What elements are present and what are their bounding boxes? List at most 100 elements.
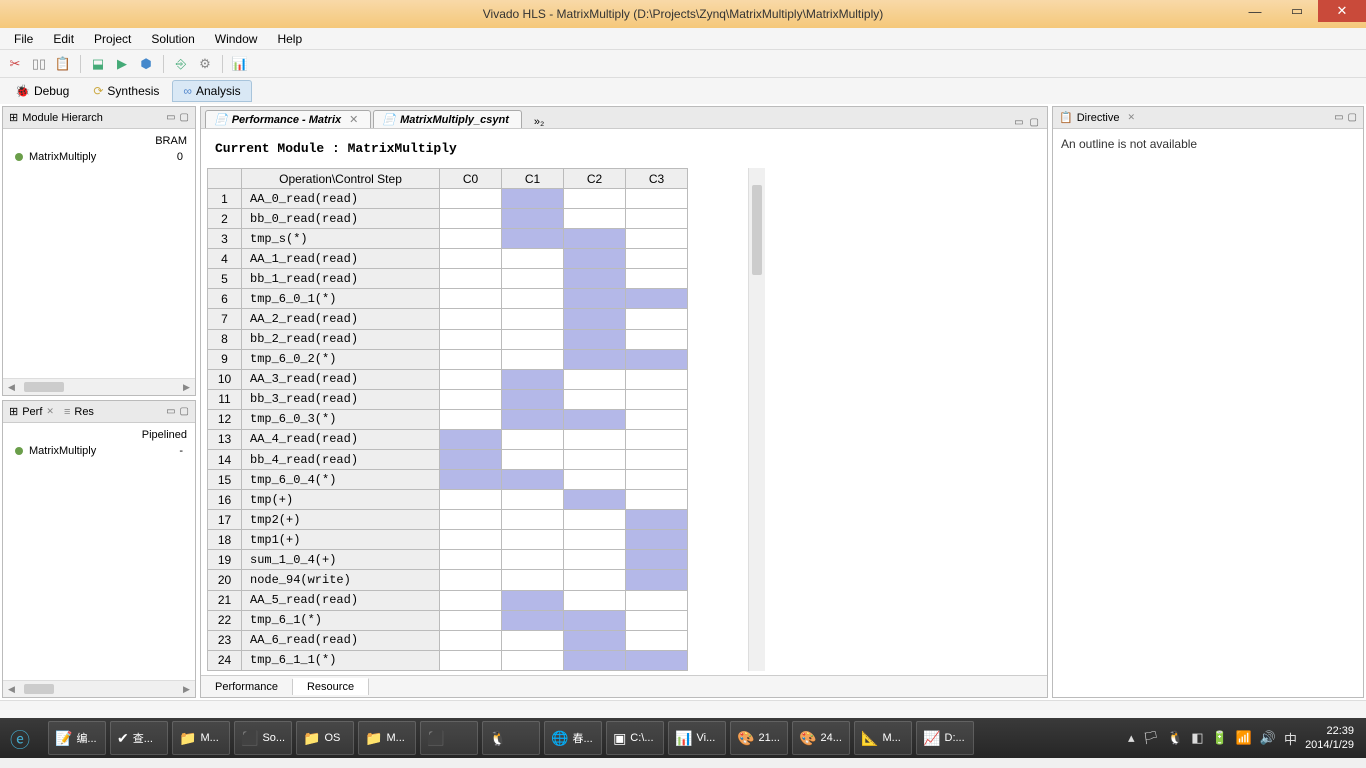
close-tab-icon[interactable]: ✕ xyxy=(1128,112,1136,123)
bottom-tab-resource[interactable]: Resource xyxy=(293,678,369,695)
table-row[interactable]: 2bb_0_read(read) xyxy=(208,209,688,229)
close-button[interactable]: ✕ xyxy=(1318,0,1366,22)
table-row[interactable]: 12tmp_6_0_3(*) xyxy=(208,409,688,429)
taskbar-item[interactable]: ✔查... xyxy=(110,721,168,755)
compare-icon[interactable]: ⬓ xyxy=(89,55,107,73)
tray-flag-icon[interactable]: 🏳 xyxy=(1142,730,1159,746)
tray-qq-icon[interactable]: 🐧 xyxy=(1167,730,1183,746)
taskbar-item[interactable]: 📁OS xyxy=(296,721,354,755)
tree-row[interactable]: MatrixMultiply 0 xyxy=(7,149,191,165)
table-row[interactable]: 3tmp_s(*) xyxy=(208,229,688,249)
taskbar-item[interactable]: 📈D:... xyxy=(916,721,974,755)
taskbar-item[interactable]: ⬛So... xyxy=(234,721,292,755)
run-icon[interactable]: ▶ xyxy=(113,55,131,73)
settings-icon[interactable]: ⚙ xyxy=(196,55,214,73)
table-row[interactable]: 14bb_4_read(read) xyxy=(208,450,688,470)
table-row[interactable]: 17tmp2(+) xyxy=(208,510,688,530)
taskbar-item[interactable]: 📝编... xyxy=(48,721,106,755)
export-icon[interactable]: ⎆ xyxy=(172,55,190,73)
more-tabs[interactable]: »₂ xyxy=(528,116,550,128)
editor-tab-performance[interactable]: 📄 Performance - Matrix ✕ xyxy=(205,110,371,128)
cut-icon[interactable]: ✂ xyxy=(6,55,24,73)
table-row[interactable]: 11bb_3_read(read) xyxy=(208,389,688,409)
table-row[interactable]: 22tmp_6_1(*) xyxy=(208,610,688,630)
tray-up-icon[interactable]: ▴ xyxy=(1128,730,1135,746)
taskbar-item[interactable]: 🌐春... xyxy=(544,721,602,755)
tray-network-icon[interactable]: 📶 xyxy=(1236,730,1252,746)
maximize-button[interactable]: ▭ xyxy=(1276,0,1318,22)
res-tab[interactable]: Res xyxy=(74,406,94,418)
taskbar-item[interactable]: ▣C:\... xyxy=(606,721,664,755)
menu-solution[interactable]: Solution xyxy=(141,30,204,48)
minimize-panel-icon[interactable]: ▭ xyxy=(1334,112,1343,123)
cycle-cell xyxy=(564,630,626,650)
paste-icon[interactable]: 📋 xyxy=(54,55,72,73)
row-number: 3 xyxy=(208,229,242,249)
menu-project[interactable]: Project xyxy=(84,30,141,48)
build-icon[interactable]: ⬢ xyxy=(137,55,155,73)
taskbar-item[interactable]: 🎨24... xyxy=(792,721,850,755)
close-tab-icon[interactable]: ✕ xyxy=(349,113,358,126)
minimize-panel-icon[interactable]: ▭ xyxy=(166,112,175,123)
table-row[interactable]: 13AA_4_read(read) xyxy=(208,429,688,449)
taskbar: ⓔ 📝编...✔查...📁M...⬛So...📁OS📁M...⬛🐧🌐春...▣C… xyxy=(0,718,1366,758)
table-row[interactable]: 23AA_6_read(read) xyxy=(208,630,688,650)
table-row[interactable]: 15tmp_6_0_4(*) xyxy=(208,470,688,490)
table-row[interactable]: 6tmp_6_0_1(*) xyxy=(208,289,688,309)
maximize-panel-icon[interactable]: ▢ xyxy=(180,406,189,417)
taskbar-item[interactable]: 📁M... xyxy=(358,721,416,755)
table-row[interactable]: 9tmp_6_0_2(*) xyxy=(208,349,688,369)
table-row[interactable]: 4AA_1_read(read) xyxy=(208,249,688,269)
table-row[interactable]: 19sum_1_0_4(+) xyxy=(208,550,688,570)
table-row[interactable]: 20node_94(write) xyxy=(208,570,688,590)
taskbar-ie[interactable]: ⓔ xyxy=(4,721,44,755)
perspective-debug[interactable]: 🐞Debug xyxy=(4,80,80,102)
table-row[interactable]: 8bb_2_read(read) xyxy=(208,329,688,349)
scrollbar-horizontal[interactable]: ◀ ▶ xyxy=(3,680,195,697)
minimize-button[interactable]: — xyxy=(1234,0,1276,22)
table-row[interactable]: 7AA_2_read(read) xyxy=(208,309,688,329)
cycle-cell xyxy=(440,369,502,389)
table-row[interactable]: 24tmp_6_1_1(*) xyxy=(208,650,688,670)
menu-file[interactable]: File xyxy=(4,30,43,48)
minimize-panel-icon[interactable]: ▭ xyxy=(166,406,175,417)
perspective-analysis[interactable]: ∞Analysis xyxy=(172,80,251,102)
table-row[interactable]: 10AA_3_read(read) xyxy=(208,369,688,389)
editor-tab-csynt[interactable]: 📄 MatrixMultiply_csynt xyxy=(373,110,522,128)
table-row[interactable]: 18tmp1(+) xyxy=(208,530,688,550)
taskbar-item[interactable]: 🎨21... xyxy=(730,721,788,755)
scrollbar-vertical[interactable] xyxy=(748,168,765,671)
perspective-synthesis[interactable]: ⟳Synthesis xyxy=(82,80,170,102)
menu-window[interactable]: Window xyxy=(205,30,268,48)
taskbar-item[interactable]: 📊Vi... xyxy=(668,721,726,755)
taskbar-item[interactable]: 📐M... xyxy=(854,721,912,755)
minimize-editor-icon[interactable]: ▭ xyxy=(1014,117,1023,128)
tray-app-icon[interactable]: ◧ xyxy=(1191,730,1203,746)
table-row[interactable]: 5bb_1_read(read) xyxy=(208,269,688,289)
cycle-cell xyxy=(564,349,626,369)
tray-ime-icon[interactable]: 中 xyxy=(1284,729,1297,748)
table-row[interactable]: 21AA_5_read(read) xyxy=(208,590,688,610)
taskbar-item[interactable]: 🐧 xyxy=(482,721,540,755)
table-row[interactable]: 1AA_0_read(read) xyxy=(208,189,688,209)
tray-volume-icon[interactable]: 🔊 xyxy=(1260,730,1276,746)
scrollbar-horizontal[interactable]: ◀ ▶ xyxy=(3,378,195,395)
maximize-editor-icon[interactable]: ▢ xyxy=(1030,117,1039,128)
report-icon[interactable]: 📊 xyxy=(231,55,249,73)
menu-help[interactable]: Help xyxy=(267,30,312,48)
clock[interactable]: 22:39 2014/1/29 xyxy=(1305,724,1354,752)
copy-icon[interactable]: ▯▯ xyxy=(30,55,48,73)
taskbar-item[interactable]: 📁M... xyxy=(172,721,230,755)
bottom-tab-performance[interactable]: Performance xyxy=(201,679,293,695)
tray-battery-icon[interactable]: 🔋 xyxy=(1211,730,1227,746)
taskbar-item[interactable]: ⬛ xyxy=(420,721,478,755)
perf-tab[interactable]: Perf xyxy=(22,406,42,418)
close-tab-icon[interactable]: ✕ xyxy=(46,406,54,417)
maximize-panel-icon[interactable]: ▢ xyxy=(1348,112,1357,123)
table-row[interactable]: 16tmp(+) xyxy=(208,490,688,510)
tree-row[interactable]: MatrixMultiply - xyxy=(7,443,191,459)
window-title: Vivado HLS - MatrixMultiply (D:\Projects… xyxy=(483,7,884,21)
menu-edit[interactable]: Edit xyxy=(43,30,84,48)
maximize-panel-icon[interactable]: ▢ xyxy=(180,112,189,123)
cycle-cell xyxy=(440,229,502,249)
